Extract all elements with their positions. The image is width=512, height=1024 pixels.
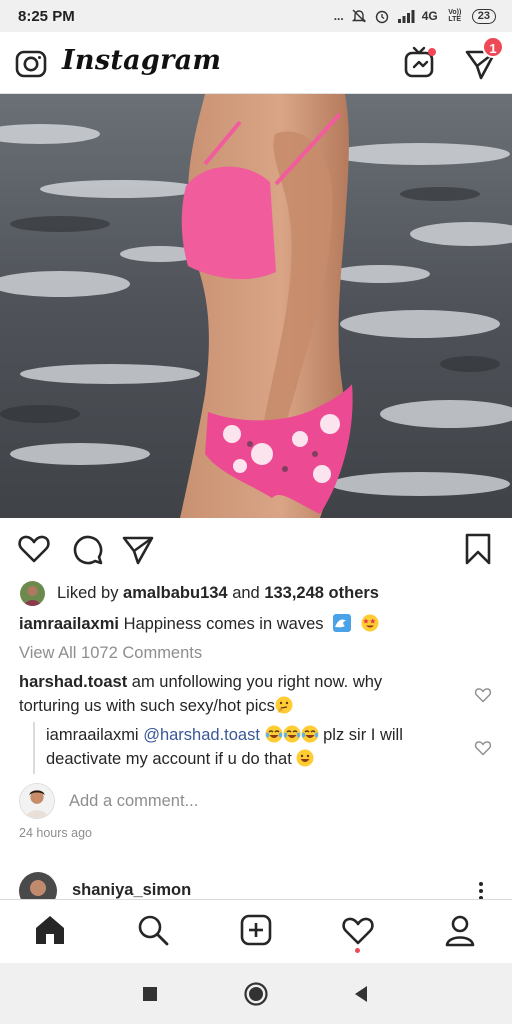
reply-mention[interactable]: @harshad.toast xyxy=(143,726,260,744)
comment-icon[interactable] xyxy=(70,532,104,566)
star-struck-emoji-icon xyxy=(361,614,379,632)
liked-by-prefix: Liked by xyxy=(57,583,124,602)
like-heart-icon[interactable] xyxy=(17,532,51,566)
status-bar: 8:25 PM ... 4G Vo)) LTE 23 xyxy=(0,0,512,32)
search-icon[interactable] xyxy=(135,912,171,948)
dm-badge: 1 xyxy=(482,36,504,58)
comment-like-heart-icon[interactable] xyxy=(474,686,492,704)
volte-label: Vo)) LTE xyxy=(448,9,462,23)
tears-of-joy-emoji-icon xyxy=(265,725,283,743)
instagram-logo: Instagram xyxy=(62,45,222,76)
my-avatar xyxy=(19,783,55,819)
bottom-nav xyxy=(0,899,512,963)
liked-by-others[interactable]: 133,248 others xyxy=(264,584,379,603)
grinning-emoji-icon xyxy=(296,749,314,767)
activity-icon[interactable] xyxy=(340,912,376,948)
caption-username[interactable]: iamraailaxmi xyxy=(19,615,119,633)
thinking-emoji-icon xyxy=(275,696,293,714)
signal-icon xyxy=(397,10,415,23)
home-system-icon[interactable] xyxy=(243,981,269,1007)
post-caption: iamraailaxmi Happiness comes in waves xyxy=(19,614,379,634)
liked-by-and: and xyxy=(227,583,265,602)
tears-of-joy-emoji-icon xyxy=(301,725,319,743)
home-icon[interactable] xyxy=(32,912,68,948)
activity-notification-dot xyxy=(355,948,360,953)
add-comment-input[interactable] xyxy=(69,791,369,811)
liker-avatar[interactable] xyxy=(20,580,45,606)
status-icons: ... 4G Vo)) LTE 23 xyxy=(334,8,496,24)
app-header: Instagram 1 xyxy=(0,32,512,94)
liked-by-row[interactable]: Liked by amalbabu134 and 133,248 others xyxy=(20,580,379,606)
reply-item: iamraailaxmi @harshad.toast plz sir I wi… xyxy=(46,723,456,771)
tears-of-joy-emoji-icon xyxy=(283,725,301,743)
recent-apps-icon[interactable] xyxy=(137,981,163,1007)
new-post-icon[interactable] xyxy=(238,912,274,948)
reply-thread-line xyxy=(33,722,35,774)
network-type: 4G xyxy=(421,9,438,23)
status-dots: ... xyxy=(333,9,344,23)
next-post-username[interactable]: shaniya_simon xyxy=(72,881,191,900)
liked-by-user[interactable]: amalbabu134 xyxy=(123,584,228,603)
wave-emoji-icon xyxy=(332,614,351,632)
igtv-icon[interactable] xyxy=(402,44,438,80)
back-icon[interactable] xyxy=(348,981,374,1007)
status-time: 8:25 PM xyxy=(18,7,75,25)
share-icon[interactable] xyxy=(121,532,155,566)
alarm-icon xyxy=(375,10,388,24)
post-photo[interactable] xyxy=(0,94,512,518)
comment-item: harshad.toast am unfollowing you right n… xyxy=(19,670,439,718)
reply-username[interactable]: iamraailaxmi xyxy=(46,726,139,744)
system-nav-bar xyxy=(0,963,512,1024)
mute-icon xyxy=(351,9,366,23)
reply-like-heart-icon[interactable] xyxy=(474,739,492,757)
view-all-comments-link[interactable]: View All 1072 Comments xyxy=(19,644,202,663)
battery-level: 23 xyxy=(471,8,496,24)
profile-icon[interactable] xyxy=(442,912,478,948)
next-post-header: shaniya_simon xyxy=(0,870,512,910)
post-timestamp: 24 hours ago xyxy=(19,826,92,840)
comment-username[interactable]: harshad.toast xyxy=(19,673,127,691)
bookmark-icon[interactable] xyxy=(461,532,495,566)
camera-icon[interactable] xyxy=(14,46,48,80)
caption-text: Happiness comes in waves xyxy=(118,615,329,633)
post-actions xyxy=(0,526,512,572)
add-comment-row xyxy=(19,783,369,819)
